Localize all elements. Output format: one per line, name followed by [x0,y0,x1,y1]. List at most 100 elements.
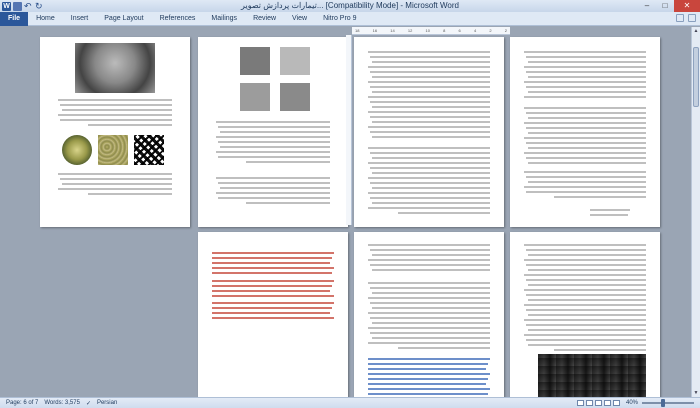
outline-icon[interactable] [604,400,611,406]
minimize-ribbon-icon[interactable] [676,14,684,22]
text-line [62,183,172,185]
text-line [526,294,646,296]
tab-references[interactable]: References [152,12,204,26]
scroll-down-arrow-icon[interactable]: ▼ [692,389,700,397]
text-line [212,307,332,309]
text-line [212,272,332,274]
page-thumbnail-1[interactable] [40,37,190,227]
text-line [526,127,646,129]
tab-file[interactable]: File [0,11,29,26]
scroll-thumb[interactable] [693,47,699,107]
text-line [368,126,490,128]
text-line [372,91,490,93]
text-line [528,314,646,316]
text-line [370,302,490,304]
text-line [372,61,490,63]
tab-mailings[interactable]: Mailings [203,12,245,26]
vertical-ruler[interactable] [346,35,352,225]
sample-image-2 [280,47,310,75]
text-line [526,339,646,341]
text-line [368,373,490,375]
text-line [88,193,172,195]
text-line [368,388,490,390]
zoom-slider-knob[interactable] [661,399,665,407]
ribbon-tabs: File Home Insert Page Layout References … [0,11,700,26]
scroll-up-arrow-icon[interactable]: ▲ [692,27,700,35]
zoom-level[interactable]: 40% [626,398,638,408]
tab-view[interactable]: View [284,12,315,26]
text-line [370,317,490,319]
text-line [524,186,646,188]
text-line [528,61,646,63]
window-title: تیمارات پردازش تصویر... [Compatibility M… [241,1,459,10]
text-line [372,269,490,271]
tab-home[interactable]: Home [28,12,63,26]
text-line [216,177,330,179]
text-line [524,81,646,83]
text-line [528,284,646,286]
text-line [370,152,490,154]
text-line [524,319,646,321]
text-line [370,332,490,334]
page-thumbnail-3[interactable] [354,37,504,227]
tab-page-layout[interactable]: Page Layout [96,12,151,26]
help-icon[interactable] [688,14,696,22]
page-count[interactable]: Page: 6 of 7 [6,400,38,406]
page-thumbnail-7[interactable] [510,232,660,397]
text-line [526,264,646,266]
text-line [368,51,490,53]
page-thumbnail-6[interactable] [354,232,504,397]
close-button[interactable]: ✕ [674,0,700,12]
web-layout-icon[interactable] [595,400,602,406]
proofing-icon[interactable]: ✓ [86,400,91,407]
maximize-button[interactable]: □ [656,0,674,12]
tab-nitro[interactable]: Nitro Pro 9 [315,12,364,26]
ruler-tick: 12 [407,28,413,33]
draft-icon[interactable] [613,400,620,406]
text-line [58,188,172,190]
text-line [526,309,646,311]
text-line [218,141,330,143]
text-line [246,202,330,204]
horizontal-ruler[interactable]: 18 16 14 12 10 8 6 4 2 2 [352,27,510,35]
status-bar: Page: 6 of 7 Words: 3,575 ✓ Persian 40% [0,397,700,408]
text-line [368,327,490,329]
text-line [368,297,490,299]
word-count[interactable]: Words: 3,575 [44,400,80,406]
text-line [370,249,490,251]
page-thumbnail-4[interactable] [510,37,660,227]
text-line [372,157,490,159]
text-line [524,244,646,246]
print-layout-icon[interactable] [577,400,584,406]
text-line [526,279,646,281]
zoom-slider[interactable] [642,399,694,407]
full-screen-icon[interactable] [586,400,593,406]
text-line [372,187,490,189]
vertical-scrollbar[interactable]: ▲ ▼ [691,27,700,397]
text-line [528,329,646,331]
text-line [526,86,646,88]
minimize-button[interactable]: – [638,0,656,12]
text-line [216,136,330,138]
text-line [372,76,490,78]
page-thumbnail-2[interactable] [198,37,348,227]
text-line [246,161,330,163]
tab-review[interactable]: Review [245,12,284,26]
text-line [370,287,490,289]
text-line [370,86,490,88]
text-line [368,363,488,365]
text-line [370,264,490,266]
text-line [368,312,490,314]
text-line [368,147,490,149]
page-thumbnail-5[interactable] [198,232,348,397]
text-line [370,71,490,73]
text-line [370,116,490,118]
text-line [368,259,490,261]
text-line [372,254,490,256]
text-line [212,302,334,304]
ruler-tick: 16 [372,28,378,33]
text-line [528,181,646,183]
language[interactable]: Persian [97,400,117,406]
tab-insert[interactable]: Insert [63,12,97,26]
text-line [528,147,646,149]
